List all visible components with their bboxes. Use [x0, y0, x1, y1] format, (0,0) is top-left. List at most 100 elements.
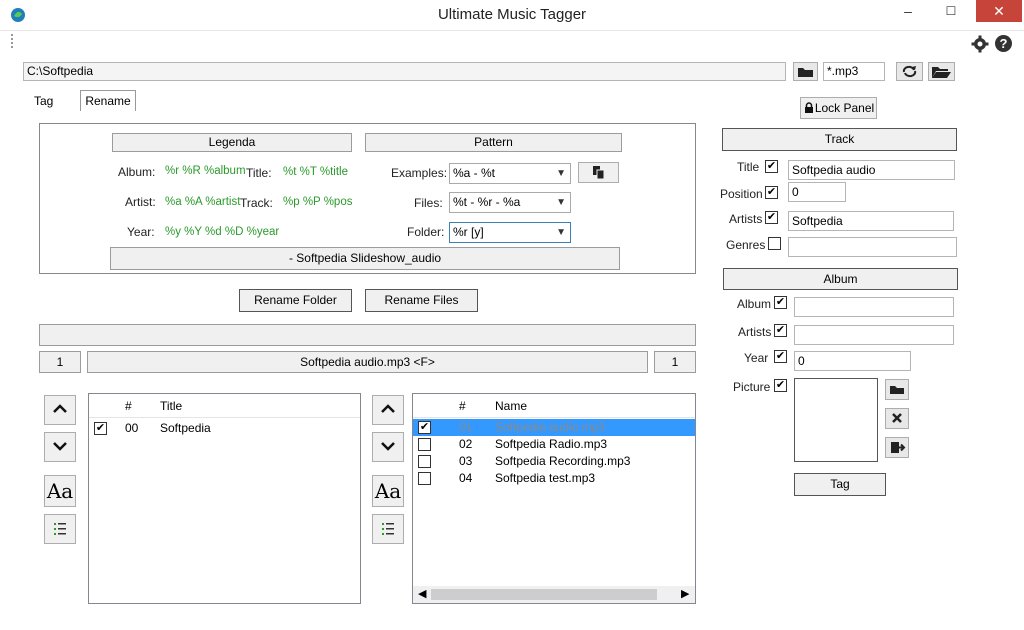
chevron-down-icon: ▼ [556, 227, 566, 238]
refresh-button[interactable] [896, 62, 923, 81]
window-title: Ultimate Music Tagger [437, 6, 587, 23]
move-up-button[interactable] [44, 395, 76, 425]
legend-album-value: %r %R %album [165, 165, 246, 177]
copy-pattern-button[interactable] [578, 162, 619, 183]
column-header-num[interactable]: # [459, 399, 466, 413]
chevron-down-icon: ▼ [556, 197, 566, 208]
chevron-up-icon [53, 404, 67, 413]
horizontal-scrollbar[interactable]: ◀ ▶ [413, 586, 695, 603]
picture-preview[interactable] [794, 378, 878, 462]
path-field[interactable]: C:\Softpedia [23, 62, 786, 81]
table-row[interactable]: ✔ 01 Softpedia audio.mp3 [413, 419, 695, 436]
row-number: 00 [125, 421, 139, 435]
artists-label: Artists [729, 212, 763, 226]
toolbar-grip[interactable] [11, 34, 13, 48]
chevron-left-icon[interactable]: ◀ [418, 587, 426, 600]
maximize-button[interactable]: ☐ [936, 0, 966, 22]
album-list[interactable]: # Title ✔ 00 Softpedia [88, 393, 361, 604]
chevron-down-icon [53, 442, 67, 451]
row-number: 03 [459, 454, 473, 468]
picture-checkbox[interactable]: ✔ [774, 379, 787, 392]
legend-album-label: Album: [118, 165, 156, 179]
album-field[interactable] [794, 297, 954, 317]
lock-icon [804, 100, 814, 120]
column-header-title[interactable]: Title [160, 399, 182, 413]
move-up-button[interactable] [372, 395, 404, 425]
column-header-num[interactable]: # [125, 399, 132, 413]
file-list[interactable]: # Name ✔ 01 Softpedia audio.mp3 02 Softp… [412, 393, 696, 604]
album-header: Album [723, 268, 958, 290]
load-picture-button[interactable] [885, 379, 909, 400]
scrollbar-thumb[interactable] [431, 589, 657, 600]
files-select-value: %t - %r - %a [453, 195, 521, 209]
artists-field[interactable]: Softpedia [788, 211, 954, 231]
tag-button[interactable]: Tag [794, 473, 886, 496]
genres-checkbox[interactable] [768, 237, 781, 250]
move-down-button[interactable] [372, 432, 404, 462]
tab-tag[interactable]: Tag [34, 94, 53, 108]
current-file: Softpedia audio.mp3 <F> [87, 351, 648, 373]
genres-field[interactable] [788, 237, 957, 257]
table-row[interactable]: 04 Softpedia test.mp3 [413, 470, 695, 487]
files-select[interactable]: %t - %r - %a ▼ [449, 192, 571, 213]
case-button[interactable]: Aa [372, 475, 404, 507]
file-filter-field[interactable]: *.mp3 [823, 62, 885, 81]
chevron-right-icon[interactable]: ▶ [681, 587, 689, 600]
title-field[interactable]: Softpedia audio [788, 160, 955, 180]
list-header: # Title [89, 394, 360, 418]
list-header: # Name [413, 394, 695, 418]
numbered-list-icon [382, 523, 394, 535]
tab-rename[interactable]: Rename [80, 90, 136, 111]
legend-header: Legenda [112, 133, 352, 152]
row-checkbox[interactable]: ✔ [94, 422, 107, 435]
row-title: Softpedia [160, 421, 211, 435]
legend-year-value: %y %Y %d %D %year [165, 226, 280, 238]
position-field[interactable]: 0 [788, 182, 846, 202]
artists-checkbox[interactable]: ✔ [765, 211, 778, 224]
help-icon[interactable]: ? [995, 35, 1012, 52]
numbering-button[interactable] [44, 514, 76, 544]
row-name: Softpedia Radio.mp3 [495, 437, 608, 451]
album-artists-field[interactable] [794, 325, 954, 345]
progress-bar [39, 324, 696, 346]
examples-select[interactable]: %a - %t ▼ [449, 163, 571, 184]
list-item[interactable]: ✔ 00 Softpedia [89, 420, 360, 437]
browse-folder-button[interactable] [793, 62, 818, 81]
rename-files-button[interactable]: Rename Files [365, 289, 478, 312]
export-picture-button[interactable] [885, 437, 909, 458]
numbering-button[interactable] [372, 514, 404, 544]
row-number: 01 [459, 420, 473, 434]
legend-year-label: Year: [127, 225, 155, 239]
row-checkbox[interactable] [418, 438, 431, 451]
position-checkbox[interactable]: ✔ [765, 186, 778, 199]
folder-select[interactable]: %r [y] ▼ [449, 222, 571, 243]
open-folder-icon [932, 67, 951, 78]
remove-picture-button[interactable] [885, 408, 909, 429]
gear-icon[interactable] [971, 35, 989, 53]
legend-title-value: %t %T %title [283, 166, 348, 178]
picture-label: Picture [733, 380, 771, 394]
album-artists-checkbox[interactable]: ✔ [774, 324, 787, 337]
album-checkbox[interactable]: ✔ [774, 296, 787, 309]
column-header-name[interactable]: Name [495, 399, 527, 413]
table-row[interactable]: 03 Softpedia Recording.mp3 [413, 453, 695, 470]
row-checkbox[interactable] [418, 455, 431, 468]
close-icon [892, 413, 902, 423]
folder-icon [798, 68, 813, 77]
move-down-button[interactable] [44, 432, 76, 462]
minimize-button[interactable]: – [893, 0, 923, 22]
year-checkbox[interactable]: ✔ [774, 350, 787, 363]
row-checkbox[interactable] [418, 472, 431, 485]
rename-folder-button[interactable]: Rename Folder [239, 289, 352, 312]
year-field[interactable]: 0 [794, 351, 911, 371]
case-button[interactable]: Aa [44, 475, 76, 507]
app-icon [10, 7, 26, 23]
legend-title-label: Title: [246, 166, 272, 180]
lock-panel-button[interactable]: Lock Panel [800, 97, 877, 119]
row-checkbox[interactable]: ✔ [418, 421, 431, 434]
title-checkbox[interactable]: ✔ [765, 160, 778, 173]
table-row[interactable]: 02 Softpedia Radio.mp3 [413, 436, 695, 453]
album-label: Album [737, 297, 772, 311]
open-folder-button[interactable] [928, 62, 955, 81]
close-button[interactable]: ✕ [976, 0, 1022, 22]
